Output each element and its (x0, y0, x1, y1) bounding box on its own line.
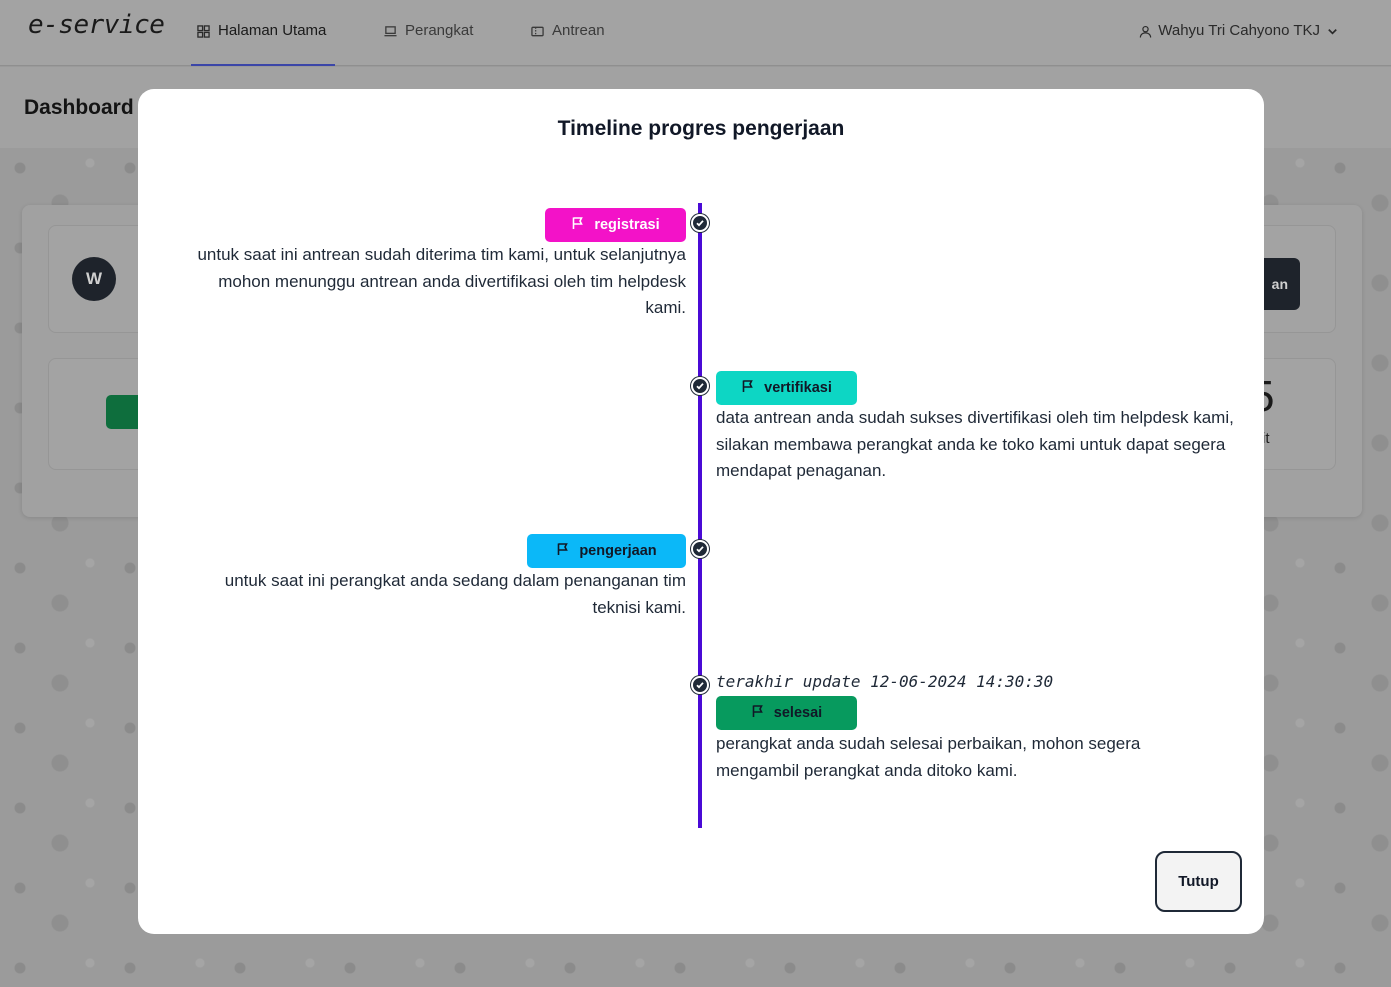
flag-icon (751, 704, 765, 722)
badge-label: vertifikasi (764, 380, 832, 396)
flag-icon (741, 379, 755, 397)
laptop-icon (384, 22, 397, 42)
user-icon (1139, 22, 1152, 42)
badge-vertifikasi: vertifikasi (716, 371, 857, 405)
nav-item-halaman-utama[interactable]: Halaman Utama (191, 22, 335, 66)
badge-registrasi: registrasi (545, 208, 686, 242)
badge-selesai: selesai (716, 696, 857, 730)
nav-item-perangkat[interactable]: Perangkat (384, 22, 473, 66)
close-button[interactable]: Tutup (1155, 851, 1242, 912)
step-description: perangkat anda sudah selesai perbaikan, … (716, 734, 1141, 780)
check-icon (691, 214, 709, 232)
check-icon (691, 377, 709, 395)
badge-label: selesai (773, 705, 823, 721)
modal-title: Timeline progres pengerjaan (557, 117, 845, 140)
brand-logo[interactable]: e-service (28, 10, 165, 40)
flag-icon (571, 216, 585, 234)
nav-label: Antrean (552, 22, 605, 39)
badge-pengerjaan: pengerjaan (527, 534, 686, 568)
nav-label: Halaman Utama (218, 22, 327, 39)
step-description: untuk saat ini perangkat anda sedang dal… (224, 571, 686, 617)
timeline-modal: Timeline progres pengerjaan registrasi u… (138, 89, 1264, 934)
chevron-down-icon (1326, 22, 1339, 42)
user-name: Wahyu Tri Cahyono TKJ (1158, 22, 1320, 39)
flag-icon (556, 542, 570, 560)
user-menu[interactable]: Wahyu Tri Cahyono TKJ (1139, 22, 1339, 42)
nav-item-antrean[interactable]: Antrean (531, 22, 605, 66)
check-icon (691, 540, 709, 558)
grid-icon (197, 22, 210, 42)
ticket-icon (531, 22, 544, 42)
step-description: untuk saat ini antrean sudah diterima ti… (197, 245, 686, 317)
step-description: data antrean anda sudah sukses divertifi… (716, 408, 1234, 480)
avatar: W (72, 257, 116, 301)
timeline-line (698, 203, 702, 828)
page-title: Dashboard (24, 96, 134, 119)
navbar: e-service Halaman Utama Perangkat Antrea… (0, 0, 1391, 66)
check-icon (691, 676, 709, 694)
last-update-timestamp: terakhir update 12-06-2024 14:30:30 (716, 672, 1054, 691)
badge-label: registrasi (594, 217, 660, 233)
nav-label: Perangkat (405, 22, 474, 39)
badge-label: pengerjaan (579, 543, 657, 559)
